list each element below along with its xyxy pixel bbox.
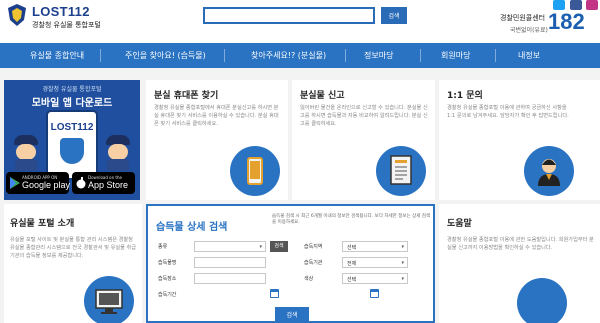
google-play-big: Google play [22,180,71,190]
found-item-search-form: 습득물 상세 검색 습득물 검색 시 최근 6개월 이내의 정보만 검색됩니다.… [146,204,435,323]
instagram-icon[interactable] [586,0,598,10]
agency-label: 습득기관 [304,260,323,266]
main-nav: 유실물 종합안내 주인을 찾아요! (습득물) 찾아주세요!? (분실물) 정보… [0,43,600,68]
site-logo[interactable]: LOST112 경찰청 유실물 통합포털 [6,3,101,33]
category-select[interactable]: ▾ [194,241,266,252]
nav-divider [224,49,225,62]
mobile-phone-icon [230,146,280,196]
card-desc: 경찰청 유실물 종합포털에서 휴대폰 분실신고를 하시면 분실 휴대폰 찾기 서… [154,105,279,127]
region-label: 습득지역 [304,244,323,250]
logo-subtitle: 경찰청 유실물 통합포털 [32,21,101,29]
police-emblem-icon [8,4,26,26]
portal-intro[interactable]: 유실물 포털 소개 유실물 포털 사이트 및 분실물 통합 관리 시스템은 경찰… [4,204,142,323]
nav-found[interactable]: 주인을 찾아요! (습득물) [125,50,206,61]
found-search-submit-button[interactable]: 검색 [275,307,309,321]
card-report[interactable]: 분실물 신고 잃어버린 물건을 온라인으로 신고할 수 있습니다. 분실물 신고… [292,80,435,200]
help-card[interactable]: 도움말 경찰청 유실물 종합포털 이용에 관한 도움말입니다. 회원가입부터 분… [439,204,600,323]
period-label: 습득기간 [158,292,177,298]
banner-title: 모바일 앱 다운로드 [31,98,113,109]
place-input[interactable] [194,273,266,284]
chevron-down-icon: ▾ [401,244,404,250]
color-selected: 선택 [347,277,357,283]
help-icon [517,278,567,323]
callcenter: 경찰민원콜센터 국번없이(유료) 182 [500,9,600,41]
banner-subtitle: 경찰청 유실물 통합포털 [42,86,102,93]
monitor-icon [84,276,134,323]
region-select[interactable]: 선택 ▾ [342,241,408,252]
card-desc: 경찰청 유실물 종합포털 이용에 관하여 궁금하신 사항을 1:1 문의로 남겨… [447,105,569,119]
color-label: 색상 [304,276,314,282]
nav-divider [100,49,101,62]
callcenter-sub: 국번없이(유료) [510,27,548,34]
place-label: 습득장소 [158,276,177,282]
nav-divider [495,49,496,62]
callcenter-number: 182 [548,9,585,34]
portal-desc: 유실물 포털 사이트 및 분실물 통합 관리 시스템은 경찰청 유실물 종합관리… [10,237,137,259]
phone-logo: LOST112 [50,122,94,133]
card-inquiry[interactable]: 1:1 문의 경찰청 유실물 종합포털 이용에 관하여 궁금하신 사항을 1:1… [439,80,600,200]
portal-title: 유실물 포털 소개 [10,219,75,229]
document-icon [376,146,426,196]
google-play-icon [10,177,20,189]
found-search-title: 습득물 상세 검색 [156,222,228,233]
logo-brand: LOST112 [32,4,90,19]
category-search-button[interactable]: 검색 [270,241,288,252]
nav-guide[interactable]: 유실물 종합안내 [30,50,84,61]
nav-divider [420,49,421,62]
apple-icon [76,177,86,189]
category-label: 종류 [158,244,168,250]
card-desc: 잃어버린 물건을 온라인으로 신고할 수 있습니다. 분실물 신고를 하시면 습… [300,105,428,127]
card-title: 1:1 문의 [447,91,483,101]
nav-lost[interactable]: 찾아주세요!? (분실물) [251,50,326,61]
search-input[interactable] [203,7,375,24]
agency-select[interactable]: 전체 ▾ [342,257,408,268]
card-phone[interactable]: 분실 휴대폰 찾기 경찰청 유실물 종합포털에서 휴대폰 분실신고를 하시면 분… [146,80,288,200]
item-name-label: 습득물명 [158,260,177,266]
header: LOST112 경찰청 유실물 통합포털 검색 경찰민원콜센터 국번없이(유료)… [0,0,600,42]
police-mascot-right [104,135,132,171]
police-badge-icon [60,138,84,164]
help-title: 도움말 [447,219,472,229]
google-play-button[interactable]: ANDROID APP ON Google play [6,172,71,194]
color-select[interactable]: 선택 ▾ [342,273,408,284]
nav-member[interactable]: 회원마당 [441,50,470,61]
card-title: 분실물 신고 [300,91,345,101]
app-store-big: App Store [88,180,129,190]
app-store-button[interactable]: Download on the App Store [72,172,135,194]
calendar-icon[interactable] [270,289,279,298]
callcenter-label: 경찰민원콜센터 [500,14,546,22]
phone-illustration: LOST112 [46,110,98,180]
nav-divider [345,49,346,62]
item-name-input[interactable] [194,257,266,268]
help-desc: 경찰청 유실물 종합포털 이용에 관한 도움말입니다. 회원가입부터 분실물 신… [447,237,594,251]
card-title: 분실 휴대폰 찾기 [154,91,219,101]
calendar-icon[interactable] [370,289,379,298]
agency-selected: 전체 [347,261,357,267]
search-button[interactable]: 검색 [381,7,407,24]
region-selected: 선택 [347,245,357,251]
chevron-down-icon: ▾ [259,244,262,250]
police-mascot-left [12,135,40,171]
support-agent-icon [524,146,574,196]
found-search-note: 습득물 검색 시 최근 6개월 이내의 정보만 검색됩니다. 보다 자세한 정보… [272,214,431,225]
chevron-down-icon: ▾ [401,276,404,282]
nav-myinfo[interactable]: 내정보 [518,50,540,61]
nav-info[interactable]: 정보마당 [364,50,393,61]
chevron-down-icon: ▾ [401,260,404,266]
